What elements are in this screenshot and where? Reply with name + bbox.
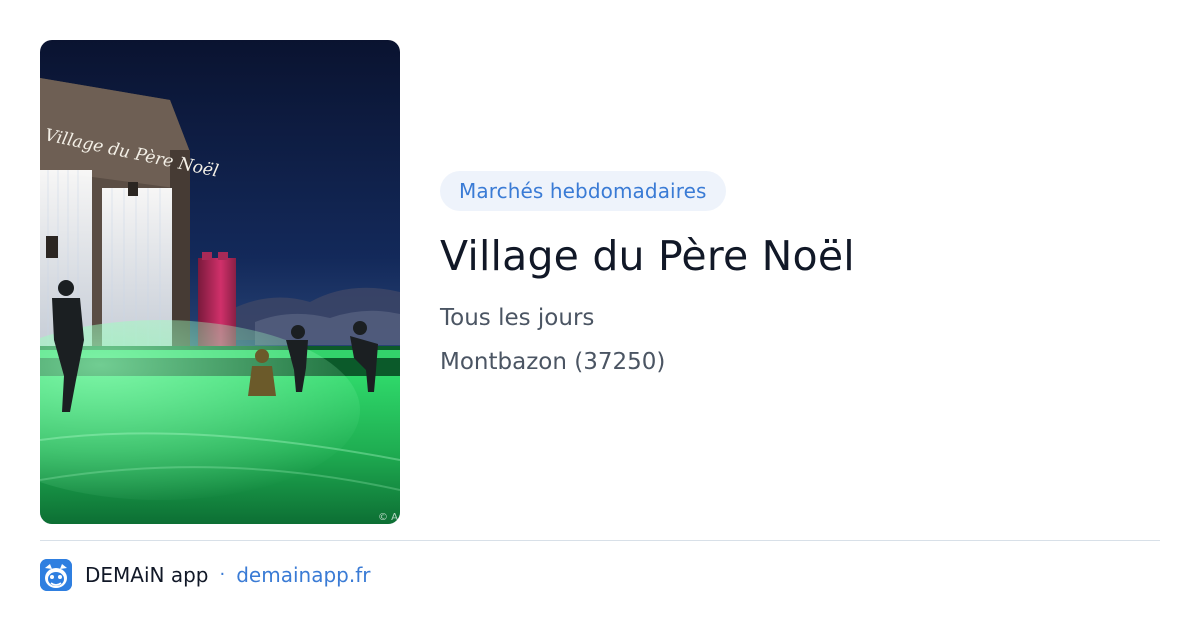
event-title: Village du Père Noël <box>440 232 855 280</box>
app-name: DEMAiN app <box>85 562 209 587</box>
footer: DEMAiN app · demainapp.fr <box>40 558 370 591</box>
event-photo[interactable]: Village du Père Noël © A <box>40 40 400 524</box>
demain-app-logo-icon <box>40 558 72 591</box>
event-schedule: Tous les jours <box>440 305 595 331</box>
event-info: Marchés hebdomadaires Village du Père No… <box>440 171 1160 377</box>
divider <box>40 540 1160 541</box>
footer-separator: · <box>219 564 226 585</box>
site-link[interactable]: demainapp.fr <box>236 563 370 587</box>
photo-credit: © A <box>378 512 398 523</box>
event-location: Montbazon (37250) <box>440 349 666 375</box>
event-photo-illustration: Village du Père Noël © A <box>40 40 400 524</box>
category-tag[interactable]: Marchés hebdomadaires <box>440 171 726 211</box>
